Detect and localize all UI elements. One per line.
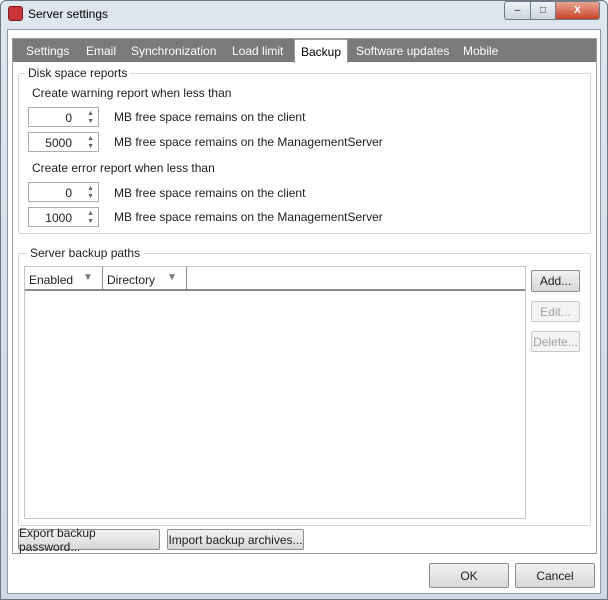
value: 0	[65, 111, 72, 125]
down-arrow-icon[interactable]: ▼	[87, 118, 94, 125]
add-button[interactable]: Add...	[531, 270, 580, 292]
tab-settings[interactable]: Settings	[20, 40, 75, 62]
column-label: Directory	[107, 273, 156, 287]
up-arrow-icon[interactable]: ▲	[87, 110, 94, 117]
down-arrow-icon[interactable]: ▼	[87, 218, 94, 225]
error-label: Create error report when less than	[32, 161, 215, 175]
backup-paths-legend: Server backup paths	[27, 246, 144, 260]
window-title: Server settings	[28, 7, 109, 21]
column-label: Enabled	[29, 273, 74, 287]
column-directory[interactable]: Directory ▼	[103, 267, 187, 291]
close-button[interactable]: X	[555, 1, 600, 20]
import-backup-archives-button[interactable]: Import backup archives...	[167, 529, 304, 550]
cancel-button[interactable]: Cancel	[515, 563, 595, 588]
minimize-button[interactable]: –	[504, 1, 531, 20]
ok-button[interactable]: OK	[429, 563, 509, 588]
delete-button[interactable]: Delete...	[531, 331, 580, 352]
tab-software-updates[interactable]: Software updates	[350, 40, 455, 62]
warning-server-stepper[interactable]: 5000 ▲ ▼	[28, 132, 99, 152]
up-arrow-icon[interactable]: ▲	[87, 135, 94, 142]
warning-label: Create warning report when less than	[32, 86, 232, 100]
up-arrow-icon[interactable]: ▲	[87, 210, 94, 217]
filter-icon[interactable]: ▼	[167, 272, 177, 283]
edit-button[interactable]: Edit...	[531, 301, 580, 322]
disk-space-legend: Disk space reports	[25, 66, 131, 80]
down-arrow-icon[interactable]: ▼	[87, 143, 94, 150]
column-enabled[interactable]: Enabled ▼	[25, 267, 103, 291]
error-client-stepper[interactable]: 0 ▲ ▼	[28, 182, 99, 202]
up-arrow-icon[interactable]: ▲	[87, 185, 94, 192]
app-icon	[8, 6, 23, 21]
error-client-label: MB free space remains on the client	[114, 186, 306, 200]
error-server-stepper[interactable]: 1000 ▲ ▼	[28, 207, 99, 227]
backup-paths-grid[interactable]: Enabled ▼ Directory ▼	[24, 266, 526, 519]
tab-backup[interactable]: Backup	[294, 39, 349, 63]
warning-client-label: MB free space remains on the client	[114, 110, 306, 124]
tab-email[interactable]: Email	[80, 40, 122, 62]
warning-client-stepper[interactable]: 0 ▲ ▼	[28, 107, 99, 127]
filter-icon[interactable]: ▼	[83, 272, 93, 283]
value: 1000	[45, 211, 72, 225]
tab-synchronization[interactable]: Synchronization	[125, 40, 222, 62]
down-arrow-icon[interactable]: ▼	[87, 193, 94, 200]
export-backup-password-button[interactable]: Export backup password...	[18, 526, 160, 554]
tab-load-limit[interactable]: Load limit	[226, 40, 289, 62]
warning-server-label: MB free space remains on the ManagementS…	[114, 135, 383, 149]
tab-mobile[interactable]: Mobile	[457, 40, 504, 62]
value: 5000	[45, 136, 72, 150]
error-server-label: MB free space remains on the ManagementS…	[114, 210, 383, 224]
column-filler	[187, 267, 525, 291]
value: 0	[65, 186, 72, 200]
maximize-button[interactable]: □	[530, 1, 556, 20]
